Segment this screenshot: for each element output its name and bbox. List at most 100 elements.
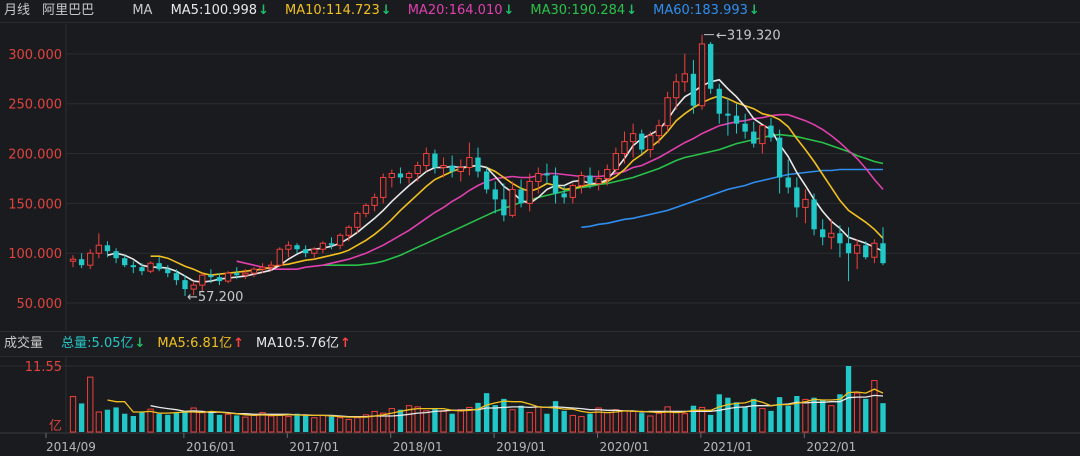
candle-body-down (449, 165, 455, 172)
candle-body-down (845, 243, 852, 254)
candle-body-down (725, 113, 731, 116)
candle-body-up (673, 81, 680, 99)
volume-bar-up (87, 376, 94, 433)
candle-body-down (690, 73, 697, 106)
volume-bar-down (294, 413, 300, 432)
volume-bar-down (768, 410, 774, 432)
volume-bar-up (664, 406, 671, 433)
candle-body-down (156, 263, 162, 270)
candle-body-down (639, 133, 645, 150)
candle-body-down (78, 259, 85, 266)
volume-bar-down (104, 409, 111, 432)
candle-body-up (509, 188, 516, 216)
ma-line-ma10 (150, 94, 884, 276)
candle-body-up (604, 169, 611, 179)
candle-body-up (578, 174, 585, 186)
x-tick-label: 2020/01 (600, 440, 650, 454)
candle-body-up (853, 244, 861, 254)
candle-body-up (362, 204, 370, 214)
volume-bar-up (578, 416, 585, 433)
volume-bar-up (526, 412, 533, 433)
stock-chart[interactable]: 300.000 250.000 200.000 150.000 100.000 50.00… (0, 0, 1080, 456)
volume-bar-down (863, 398, 869, 432)
volume-bar-down (794, 396, 800, 432)
volume-bar-down (742, 406, 748, 432)
candle-body-down (742, 123, 748, 132)
candle-body-up (69, 258, 77, 262)
volume-bar-up (509, 409, 516, 433)
candle-body-down (104, 245, 111, 252)
volume-bar-down (182, 410, 188, 432)
volume-max-tick: 11.55 (25, 360, 62, 375)
volume-bar-up (69, 396, 77, 433)
candle-body-down (208, 275, 214, 278)
candle-body-up (871, 242, 878, 258)
price-y-tick: 50.000 (17, 297, 63, 312)
volume-bar-down (113, 407, 119, 432)
candle-body-down (130, 265, 136, 268)
candle-body-up (664, 97, 671, 127)
volume-bar-down (78, 403, 85, 432)
volume-bar-up (681, 413, 688, 433)
volume-bar-up (828, 405, 835, 433)
candle-body-up (647, 135, 654, 151)
volume-bar-down (492, 405, 498, 432)
volume-bar-up (629, 410, 637, 433)
candle-body-down (173, 273, 180, 281)
candle-body-down (716, 88, 722, 114)
x-tick-label: 2017/01 (289, 440, 339, 454)
volume-bar-down (776, 397, 783, 432)
volume-bar-up (345, 418, 352, 433)
x-tick-label: 2022/01 (806, 440, 856, 454)
candle-body-down (733, 115, 740, 124)
candle-body-down (544, 173, 550, 176)
volume-bar-down (544, 413, 550, 432)
price-y-tick: 150.000 (8, 197, 62, 212)
volume-bar-up (673, 410, 680, 433)
volume-bar-down (122, 413, 128, 432)
volume-bar-up (871, 380, 878, 433)
candle-body-up (466, 157, 473, 169)
volume-bar-down (475, 402, 481, 432)
candle-body-up (802, 198, 809, 208)
volume-bar-down (328, 416, 335, 432)
volume-bar-down (156, 413, 162, 432)
candle-body-down (328, 243, 335, 246)
volume-bar-down (302, 414, 309, 432)
volume-bar-up (655, 412, 663, 433)
volume-bar-down (234, 415, 240, 432)
volume-bar-up (311, 417, 318, 433)
candle-body-up (595, 177, 602, 184)
candle-body-up (828, 232, 835, 238)
volume-bar-up (250, 414, 258, 433)
volume-bar-up (147, 408, 154, 433)
candle-body-up (681, 73, 688, 83)
price-y-tick: 300.000 (8, 48, 62, 63)
price-y-tick: 200.000 (8, 148, 62, 163)
x-tick-label: 2018/01 (393, 440, 443, 454)
x-tick-label: 2014/09 (46, 440, 96, 454)
candle-body-up (388, 172, 396, 178)
candle-body-up (276, 248, 283, 266)
candle-body-down (182, 280, 188, 290)
candle-body-down (216, 277, 223, 282)
candle-body-up (95, 244, 103, 254)
volume-bar-up (371, 410, 378, 433)
volume-bar-down (139, 412, 145, 432)
volume-bar-down (518, 405, 524, 432)
volume-bar-up (423, 410, 430, 433)
volume-bar-up (336, 417, 344, 433)
volume-bar-up (354, 417, 361, 433)
volume-bar-down (725, 397, 731, 432)
candle-body-down (880, 243, 886, 264)
volume-bar-up (224, 413, 232, 433)
candle-body-up (535, 172, 542, 182)
candle-body-up (405, 172, 413, 178)
volume-bar-up (268, 415, 275, 433)
candle-body-up (250, 268, 258, 274)
candle-body-up (380, 176, 387, 198)
volume-bar-up (285, 416, 292, 433)
candle-body-up (621, 141, 628, 155)
candle-body-down (707, 43, 714, 89)
volume-bar-up (319, 414, 327, 433)
